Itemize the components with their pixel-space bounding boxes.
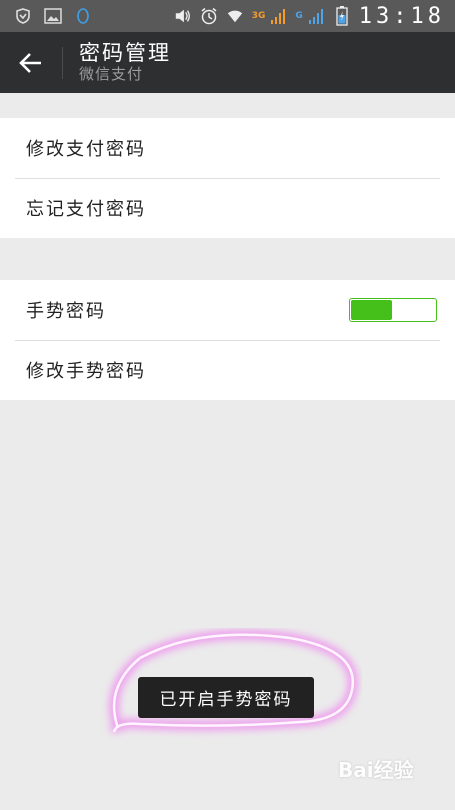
battery-icon [333,6,351,26]
back-button[interactable] [0,32,62,93]
payment-password-group: 修改支付密码 忘记支付密码 [0,118,455,238]
signal-icon [269,7,287,25]
watermark-logo: Bai经验 [338,758,414,782]
toast-message: 已开启手势密码 [138,677,314,718]
status-time: 13:18 [358,3,445,29]
gesture-password-label: 手势密码 [26,301,106,322]
page-subtitle: 微信支付 [79,65,144,83]
change-gesture-password-label: 修改手势密码 [26,361,146,382]
change-payment-password-label: 修改支付密码 [26,139,146,160]
title-bar: 密码管理 微信支付 [0,32,455,93]
signal-icon [307,7,325,25]
gesture-password-group: 手势密码 修改手势密码 [0,280,455,400]
wifi-icon [226,7,244,25]
alarm-icon [200,7,218,25]
volume-icon [174,7,192,25]
change-payment-password-item[interactable]: 修改支付密码 [0,118,455,178]
page-title: 密码管理 [79,41,171,65]
gesture-password-item[interactable]: 手势密码 [0,280,455,340]
network-3g-label: 3G [251,11,266,21]
change-gesture-password-item[interactable]: 修改手势密码 [0,340,455,400]
network-g-label: G [295,11,303,21]
circle-icon [74,7,92,25]
title-block: 密码管理 微信支付 [63,41,171,84]
forgot-payment-password-label: 忘记支付密码 [26,199,146,220]
forgot-payment-password-item[interactable]: 忘记支付密码 [0,178,455,238]
shield-icon [14,7,32,25]
gesture-password-toggle[interactable] [349,298,437,322]
toggle-on-indicator [351,300,393,320]
image-icon [44,7,62,25]
status-bar: 3G G 13:18 [0,0,455,32]
arrow-left-icon [19,52,41,73]
